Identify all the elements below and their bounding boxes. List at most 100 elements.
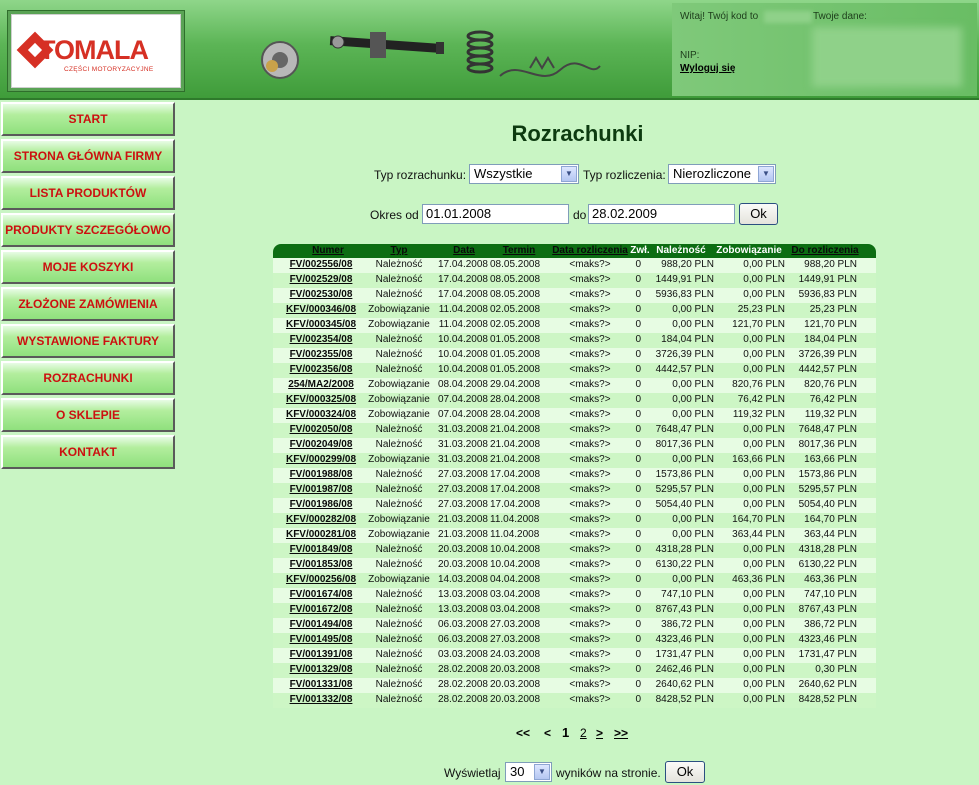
- pager-page-2[interactable]: 2: [580, 726, 587, 740]
- row-number[interactable]: FV/001853/08: [273, 559, 369, 570]
- row-number[interactable]: KFV/000346/08: [273, 304, 369, 315]
- settlement-type-value: Wszystkie: [474, 166, 533, 181]
- chevron-down-icon[interactable]: ▼: [534, 764, 550, 780]
- row-number[interactable]: FV/001674/08: [273, 589, 369, 600]
- row-date: 11.04.2008: [438, 304, 488, 315]
- chevron-down-icon[interactable]: ▼: [561, 166, 577, 182]
- row-date: 20.03.2008: [437, 559, 488, 570]
- logout-link[interactable]: Wyloguj się: [680, 63, 735, 74]
- row-number[interactable]: 254/MA2/2008: [273, 379, 369, 390]
- settlements-table: Numer Typ Data Termin Data rozliczenia Z…: [273, 244, 876, 708]
- row-number[interactable]: FV/001986/08: [273, 499, 369, 510]
- nav-company-home[interactable]: STRONA GŁÓWNA FIRMY: [1, 139, 175, 173]
- row-number[interactable]: FV/001495/08: [273, 634, 369, 645]
- col-type[interactable]: Typ: [368, 245, 430, 256]
- nav-invoices[interactable]: WYSTAWIONE FAKTURY: [1, 324, 175, 358]
- row-receivable: 1731,47 PLN: [655, 649, 714, 660]
- row-type: Należność: [375, 664, 423, 675]
- row-delay: 0: [635, 619, 641, 630]
- pager-last[interactable]: >>: [614, 726, 628, 740]
- row-type: Należność: [375, 544, 423, 555]
- chevron-down-icon[interactable]: ▼: [758, 166, 774, 182]
- row-date: 27.03.2008: [437, 499, 488, 510]
- per-page-ok-button[interactable]: Ok: [665, 761, 705, 783]
- row-number[interactable]: KFV/000345/08: [273, 319, 369, 330]
- row-number[interactable]: FV/002355/08: [273, 349, 369, 360]
- nav-product-list[interactable]: LISTA PRODUKTÓW: [1, 176, 175, 210]
- row-number[interactable]: FV/001331/08: [273, 679, 369, 690]
- nav-contact[interactable]: KONTAKT: [1, 435, 175, 469]
- period-from-input[interactable]: 01.01.2008: [422, 204, 569, 224]
- row-number[interactable]: FV/001988/08: [273, 469, 369, 480]
- row-delay: 0: [635, 634, 641, 645]
- row-number[interactable]: FV/002354/08: [273, 334, 369, 345]
- row-number[interactable]: KFV/000299/08: [273, 454, 369, 465]
- row-number[interactable]: FV/002530/08: [273, 289, 369, 300]
- row-number[interactable]: KFV/000282/08: [273, 514, 369, 525]
- row-settle-date: <maks?>: [569, 334, 611, 345]
- row-due: 11.04.2008: [490, 514, 540, 525]
- row-liability: 0,00 PLN: [743, 259, 785, 270]
- row-number[interactable]: FV/002556/08: [273, 259, 369, 270]
- col-liability: Zobowiązanie: [716, 245, 782, 256]
- nav-about-shop[interactable]: O SKLEPIE: [1, 398, 175, 432]
- row-number[interactable]: FV/002356/08: [273, 364, 369, 375]
- row-number[interactable]: KFV/000256/08: [273, 574, 369, 585]
- table-row: FV/002356/08 Należność 10.04.2008 01.05.200…: [273, 363, 876, 378]
- col-settle-date[interactable]: Data rozliczenia: [549, 245, 631, 256]
- nav-settlements[interactable]: ROZRACHUNKI: [1, 361, 175, 395]
- wheel-hub-icon: [261, 41, 299, 79]
- settle-type-select[interactable]: Nierozliczone ▼: [668, 164, 776, 184]
- nav-start[interactable]: START: [1, 102, 175, 136]
- table-row: KFV/000281/08 Zobowiązanie 21.03.2008 11.04…: [273, 528, 876, 543]
- row-type: Należność: [375, 289, 423, 300]
- row-receivable: 7648,47 PLN: [655, 424, 714, 435]
- settlement-type-select[interactable]: Wszystkie ▼: [469, 164, 579, 184]
- row-type: Zobowiązanie: [368, 454, 430, 465]
- row-number[interactable]: FV/001494/08: [273, 619, 369, 630]
- per-page-label: Wyświetlaj: [444, 766, 501, 780]
- row-due: 08.05.2008: [490, 289, 541, 300]
- row-number[interactable]: FV/001332/08: [273, 694, 369, 705]
- col-due[interactable]: Termin: [490, 245, 548, 256]
- per-page-select[interactable]: 30 ▼: [505, 762, 552, 782]
- row-number[interactable]: FV/002049/08: [273, 439, 369, 450]
- row-to-settle: 121,70 PLN: [804, 319, 857, 330]
- row-number[interactable]: KFV/000324/08: [273, 409, 369, 420]
- pager-next[interactable]: >: [596, 726, 603, 740]
- row-number[interactable]: FV/002529/08: [273, 274, 369, 285]
- user-data-label: Twoje dane:: [813, 11, 867, 22]
- row-settle-date: <maks?>: [569, 559, 611, 570]
- row-receivable: 2640,62 PLN: [655, 679, 714, 690]
- row-liability: 463,36 PLN: [732, 574, 785, 585]
- nav-orders[interactable]: ZŁOŻONE ZAMÓWIENIA: [1, 287, 175, 321]
- nav-product-details[interactable]: PRODUKTY SZCZEGÓŁOWO: [1, 213, 175, 247]
- row-receivable: 5054,40 PLN: [655, 499, 714, 510]
- filter-ok-button[interactable]: Ok: [739, 203, 778, 225]
- row-liability: 0,00 PLN: [743, 589, 785, 600]
- col-number[interactable]: Numer: [273, 245, 383, 256]
- pager-current: 1: [562, 725, 570, 740]
- row-to-settle: 4442,57 PLN: [798, 364, 857, 375]
- period-to-input[interactable]: 28.02.2009: [588, 204, 735, 224]
- pager-first[interactable]: <<: [516, 726, 530, 740]
- col-to-settle[interactable]: Do rozliczenia: [785, 245, 865, 256]
- row-number[interactable]: KFV/000325/08: [273, 394, 369, 405]
- row-number[interactable]: KFV/000281/08: [273, 529, 369, 540]
- row-delay: 0: [635, 259, 641, 270]
- col-date[interactable]: Data: [430, 245, 498, 256]
- nav-my-carts[interactable]: MOJE KOSZYKI: [1, 250, 175, 284]
- row-settle-date: <maks?>: [569, 694, 611, 705]
- row-number[interactable]: FV/001391/08: [273, 649, 369, 660]
- row-to-settle: 8767,43 PLN: [798, 604, 857, 615]
- row-number[interactable]: FV/001329/08: [273, 664, 369, 675]
- row-number[interactable]: FV/002050/08: [273, 424, 369, 435]
- row-number[interactable]: FV/001987/08: [273, 484, 369, 495]
- pager-prev[interactable]: <: [544, 726, 551, 740]
- row-liability: 0,00 PLN: [743, 334, 785, 345]
- row-number[interactable]: FV/001849/08: [273, 544, 369, 555]
- row-number[interactable]: FV/001672/08: [273, 604, 369, 615]
- table-row: KFV/000282/08 Zobowiązanie 21.03.2008 11.04…: [273, 513, 876, 528]
- logo[interactable]: TOMALA CZĘŚCI MOTORYZACYJNE: [11, 14, 181, 88]
- table-row: FV/002529/08 Należność 17.04.2008 08.05.200…: [273, 273, 876, 288]
